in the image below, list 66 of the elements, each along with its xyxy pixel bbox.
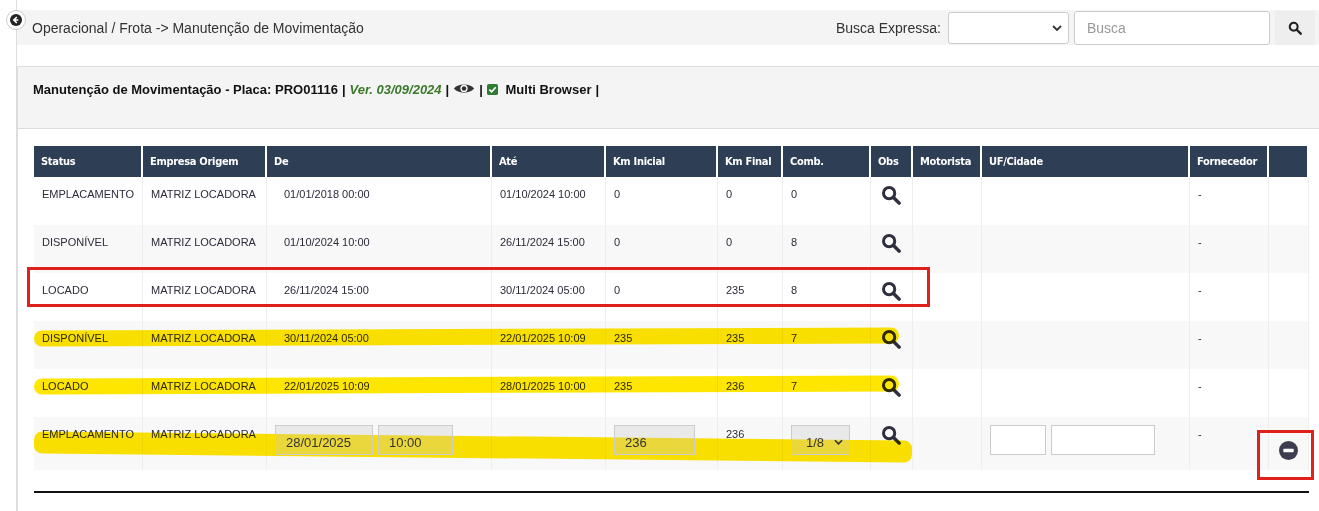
fuel-select[interactable]: 1/8 [791,425,850,455]
table-cell: MATRIZ LOCADORA [151,380,256,392]
table-cell: MATRIZ LOCADORA [151,332,256,344]
table-cell: - [1198,236,1202,248]
separator: | [445,82,450,97]
eye-icon[interactable] [453,82,476,95]
table-cell: LOCADO [42,380,89,392]
search-icon [1288,20,1302,35]
table-cell: 0 [726,188,733,200]
search-button[interactable] [1275,10,1315,45]
table-cell: 235 [614,332,633,344]
table-cell: 0 [614,236,621,248]
table-cell: 22/01/2025 10:09 [284,380,370,392]
arrow-left-icon [10,14,22,26]
table-cell: 01/10/2024 10:00 [500,188,586,200]
table-cell: 0 [791,188,798,200]
table-cell: 7 [791,380,798,392]
table-cell: 235 [726,284,745,296]
table-cell: 7 [791,332,798,344]
table-cell: - [1198,188,1202,200]
checkbox-label: Multi Browser [505,82,592,97]
table-cell: DISPONÍVEL [42,332,109,344]
table-cell: - [1198,284,1202,296]
search-icon[interactable] [881,281,901,301]
table-cell: 235 [614,380,633,392]
table-cell: - [1198,380,1202,392]
separator: | [479,82,483,97]
table-cell: - [1198,428,1202,440]
table-cell: MATRIZ LOCADORA [151,188,256,200]
breadcrumb: Operacional / Frota -> Manutenção de Movimentação [32,19,364,36]
table-cell: DISPONÍVEL [42,236,109,248]
search-field[interactable]: Busca [1074,10,1270,45]
table-cell: 0 [726,236,733,248]
back-button[interactable] [6,10,26,30]
city-field[interactable] [1051,425,1155,455]
table-cell: 0 [614,188,621,200]
panel-title: Manutenção de Movimentação - Placa: PRO01116 [33,82,338,97]
table-cell: 8 [791,236,798,248]
table-cell: MATRIZ LOCADORA [151,236,256,248]
table-cell: 22/01/2025 10:09 [500,332,586,344]
table-cell: 236 [726,428,745,440]
uf-field[interactable] [990,425,1046,455]
separator: | [341,82,346,97]
separator: | [595,82,600,97]
table-cell: 30/11/2024 05:00 [284,332,369,344]
table-cell: 01/10/2024 10:00 [284,236,370,248]
remove-icon[interactable] [1279,441,1298,460]
quick-search-label: Busca Expressa: [835,19,941,36]
table-cell: 235 [726,332,745,344]
search-icon[interactable] [881,233,901,253]
table-cell: 30/11/2024 05:00 [500,284,585,296]
version-label: Ver. 03/09/2024 [349,82,442,97]
table-cell: EMPLACAMENTO [42,188,135,200]
search-icon[interactable] [881,185,901,205]
table-cell: 0 [614,284,621,296]
table-cell: 26/11/2024 15:00 [500,236,585,248]
table-cell: 01/01/2018 00:00 [284,188,370,200]
table-cell: 236 [726,380,745,392]
table-cell: 28/01/2025 10:00 [500,380,586,392]
table-cell: 8 [791,284,798,296]
table-cell: MATRIZ LOCADORA [151,284,256,296]
table-cell: - [1198,332,1202,344]
table-cell: LOCADO [42,284,89,296]
table-cell: 26/11/2024 15:00 [284,284,369,296]
chevron-down-icon [1052,24,1062,31]
checkbox[interactable] [486,84,498,95]
